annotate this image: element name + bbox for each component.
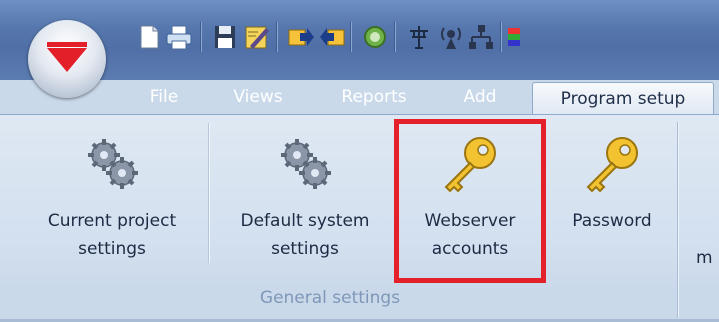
tab-file[interactable]: File (134, 80, 194, 114)
tab-program-setup[interactable]: Program setup (532, 82, 714, 116)
current-project-settings-button[interactable]: Current project settings (22, 115, 202, 265)
wireless-icon[interactable] (436, 22, 466, 52)
ribbon-panel: Current project settings Default system … (0, 114, 719, 295)
toolbar-separator (500, 22, 501, 52)
highlight-box (394, 119, 546, 283)
ribbon-tabs: File Views Reports Add Program setup (0, 80, 719, 116)
label-line: Default system (240, 211, 370, 231)
quick-access-toolbar (0, 0, 719, 80)
brand-logo-icon (47, 42, 87, 72)
toolbar-separator (276, 22, 277, 52)
button-label: Default system settings (220, 207, 390, 263)
export-icon[interactable] (286, 22, 316, 52)
color-palette-icon[interactable] (506, 22, 520, 52)
app-menu-button[interactable] (28, 20, 106, 98)
edit-icon[interactable] (242, 22, 272, 52)
tab-add[interactable]: Add (452, 80, 508, 114)
button-label: Current project settings (22, 207, 202, 263)
truncated-button-label[interactable]: m (696, 248, 713, 268)
label-line: Current project (47, 211, 177, 231)
key-icon (586, 137, 638, 193)
gears-icon (88, 139, 138, 189)
label-line: settings (78, 239, 146, 259)
print-icon[interactable] (164, 22, 194, 52)
network-icon[interactable] (466, 22, 496, 52)
tab-views[interactable]: Views (220, 80, 296, 114)
group-label: General settings (259, 288, 401, 308)
button-label: Password (552, 207, 672, 235)
toolbar-separator (350, 22, 351, 52)
password-button[interactable]: Password (552, 115, 672, 265)
gears-icon (281, 139, 331, 189)
default-system-settings-button[interactable]: Default system settings (220, 115, 390, 265)
label-line: settings (271, 239, 339, 259)
new-document-icon[interactable] (134, 22, 164, 52)
tab-reports[interactable]: Reports (322, 80, 426, 114)
antenna-icon[interactable] (404, 22, 434, 52)
refresh-gear-icon[interactable] (360, 22, 390, 52)
group-separator (677, 122, 678, 318)
toolbar-separator (394, 22, 395, 52)
app-window: File Views Reports Add Program setup Cur… (0, 0, 719, 322)
label-line: Password (572, 211, 652, 231)
button-separator (208, 123, 209, 263)
save-icon[interactable] (210, 22, 240, 52)
toolbar-separator (200, 22, 201, 52)
import-icon[interactable] (316, 22, 346, 52)
